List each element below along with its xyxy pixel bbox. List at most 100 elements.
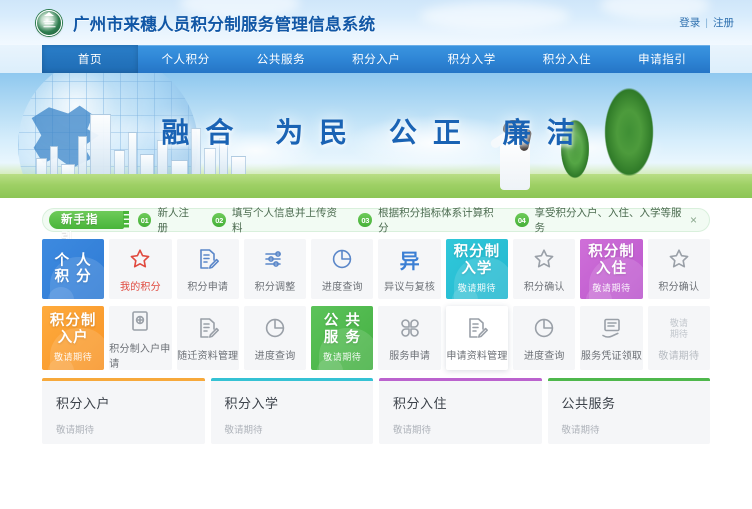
guide-step-02: 02 填写个人信息并上传资料 bbox=[212, 205, 344, 235]
tile-enrollment-tile-icon[interactable]: 积分制 入学 敬请期待 bbox=[445, 239, 509, 299]
tile-star-icon[interactable]: 我的积分 bbox=[109, 239, 172, 299]
tile-label: 敬请期待 bbox=[658, 351, 700, 362]
tile-public-service-tile-icon[interactable]: 公 共服 务敬请期待 bbox=[311, 306, 374, 370]
guide-badge: 新手指引 bbox=[49, 211, 129, 244]
document-edit-icon bbox=[465, 314, 489, 340]
nav-item-label: 积分入学 bbox=[447, 54, 496, 66]
guide-step-text: 享受积分入户、入住、入学等服务 bbox=[534, 207, 682, 234]
tile-label: 申请资料管理 bbox=[446, 351, 508, 362]
nav-item-4[interactable]: 积分入户 bbox=[329, 45, 424, 73]
nav-item-label: 积分入住 bbox=[542, 54, 592, 66]
guide-step-number: 02 bbox=[212, 213, 226, 227]
tile-label: 服务申请 bbox=[389, 351, 431, 362]
banner-slogan: 融合 为民 公正 廉洁 bbox=[161, 116, 591, 149]
summary-card[interactable]: 积分入户 敬请期待 bbox=[42, 378, 205, 444]
nav-item-5[interactable]: 积分入学 bbox=[424, 45, 519, 73]
tile-coming-soon-icon[interactable]: 敬请 期待 敬请期待 bbox=[647, 306, 710, 370]
tile-label: 积分调整 bbox=[254, 282, 296, 293]
pie-progress-icon bbox=[330, 245, 354, 271]
tile-certificate-icon[interactable]: 积分制入户申请 bbox=[109, 306, 172, 370]
tile-title-line: 积分制 bbox=[49, 313, 97, 330]
yi-character-glyph: 异 bbox=[399, 249, 420, 273]
tile-pie-progress-icon[interactable]: 进度查询 bbox=[311, 239, 374, 299]
document-edit-icon bbox=[196, 245, 220, 271]
tile-household-tile-icon[interactable]: 积分制 入户 敬请期待 bbox=[42, 306, 105, 370]
tile-label: 服务凭证领取 bbox=[580, 351, 643, 362]
nav-item-label: 积分入户 bbox=[352, 54, 401, 66]
tile-row-1: 个 人积 分我的积分 积分申请 积分调整 进度查询 异异议与复核 积分制 入学 敬请期待 积分确… bbox=[42, 239, 710, 299]
main-content: 新手指引 01 新人注册 02 填写个人信息并上传资料 03 根据积分指标体系计算积分 04… bbox=[0, 205, 752, 444]
main-nav-bar: 首页 个人积分 公共服务 积分入户 积分入学 积分入住 申请指引 bbox=[0, 45, 752, 73]
guide-step-03: 03 根据积分指标体系计算积分 bbox=[358, 205, 500, 235]
summary-card-subtitle: 敬请期待 bbox=[561, 425, 600, 436]
sliders-icon bbox=[263, 245, 287, 271]
nav-item-7[interactable]: 申请指引 bbox=[615, 45, 710, 73]
certificate-icon bbox=[128, 307, 152, 333]
pie-progress-icon bbox=[263, 314, 287, 340]
guide-step-text: 根据积分指标体系计算积分 bbox=[378, 207, 494, 234]
tile-label: 随迁资料管理 bbox=[177, 351, 239, 362]
tile-label: 积分确认 bbox=[658, 282, 700, 293]
nav-item-label: 申请指引 bbox=[638, 54, 687, 66]
tile-housing-tile-icon[interactable]: 积分制 入住 敬请期待 bbox=[580, 239, 643, 299]
tile-person-silhouette-icon[interactable]: 个 人积 分 bbox=[42, 239, 105, 299]
tile-label: 进度查询 bbox=[321, 282, 363, 293]
tile-label: 异议与复核 bbox=[384, 282, 436, 293]
nav-item-2[interactable]: 个人积分 bbox=[138, 45, 233, 73]
tile-document-edit-icon[interactable]: 申请资料管理 bbox=[445, 306, 509, 370]
guide-step-01: 01 新人注册 bbox=[137, 205, 198, 235]
login-link[interactable]: 登录 bbox=[679, 15, 700, 30]
tile-star-check-icon[interactable]: 积分确认 bbox=[513, 239, 576, 299]
summary-card-subtitle: 敬请期待 bbox=[56, 425, 95, 436]
tile-grid-apps-icon[interactable]: 服务申请 bbox=[378, 306, 441, 370]
tile-pie-progress-icon[interactable]: 进度查询 bbox=[513, 306, 576, 370]
nav-item-6[interactable]: 积分入住 bbox=[519, 45, 614, 73]
summary-card-subtitle: 敬请期待 bbox=[224, 425, 263, 436]
summary-card-row: 积分入户 敬请期待 积分入学 敬请期待 积分入住 敬请期待 公共服务 敬请期待 bbox=[42, 378, 710, 444]
nav-item-label: 首页 bbox=[77, 54, 103, 66]
tile-star-check-icon[interactable]: 积分确认 bbox=[647, 239, 710, 299]
link-separator: | bbox=[705, 16, 708, 29]
main-nav: 首页 个人积分 公共服务 积分入户 积分入学 积分入住 申请指引 bbox=[42, 45, 710, 73]
summary-card[interactable]: 积分入住 敬请期待 bbox=[379, 378, 542, 444]
tile-voucher-hand-icon[interactable]: 服务凭证领取 bbox=[580, 306, 643, 370]
tile-label: 积分制入户申请 bbox=[109, 343, 171, 370]
register-link[interactable]: 注册 bbox=[713, 15, 734, 30]
site-header: 广州市来穗人员积分制服务管理信息系统 登录 | 注册 bbox=[0, 0, 752, 45]
guide-step-text: 填写个人信息并上传资料 bbox=[231, 207, 337, 234]
summary-card-title: 公共服务 bbox=[561, 396, 616, 411]
guangzhou-emblem-logo bbox=[36, 9, 62, 36]
tile-pie-progress-icon[interactable]: 进度查询 bbox=[243, 306, 307, 370]
tile-yi-character-icon[interactable]: 异异议与复核 bbox=[378, 239, 441, 299]
tile-sliders-icon[interactable]: 积分调整 bbox=[243, 239, 307, 299]
nav-item-label: 公共服务 bbox=[256, 54, 306, 66]
star-check-icon bbox=[667, 245, 691, 271]
document-edit-icon bbox=[196, 314, 220, 340]
account-links: 登录 | 注册 bbox=[679, 15, 734, 30]
summary-card-title: 积分入住 bbox=[393, 396, 448, 411]
coming-soon-icon: 敬请 期待 bbox=[670, 314, 688, 340]
tile-label: 积分申请 bbox=[187, 282, 229, 293]
page-root: 广州市来穗人员积分制服务管理信息系统 登录 | 注册 首页 个人积分 公共服务 积分入… bbox=[0, 0, 752, 509]
guide-step-number: 03 bbox=[358, 213, 373, 227]
grid-apps-icon bbox=[398, 314, 422, 340]
nav-item-3[interactable]: 公共服务 bbox=[233, 45, 328, 73]
tile-row-2: 积分制 入户 敬请期待 积分制入户申请 随迁资料管理 进度查询 公 共服 务敬请期待服务申请… bbox=[42, 306, 710, 370]
tile-label: 进度查询 bbox=[523, 351, 565, 362]
voucher-hand-icon bbox=[600, 314, 624, 340]
nav-item-1[interactable]: 首页 bbox=[42, 45, 138, 73]
tile-title-line: 公 共 bbox=[323, 313, 361, 330]
summary-card[interactable]: 公共服务 敬请期待 bbox=[547, 378, 710, 444]
coming-soon-glyph: 敬请 期待 bbox=[669, 317, 688, 339]
tile-label: 进度查询 bbox=[254, 351, 296, 362]
close-icon[interactable]: × bbox=[688, 214, 699, 226]
guide-step-number: 04 bbox=[514, 213, 529, 227]
summary-card-title: 积分入户 bbox=[56, 396, 111, 411]
beginner-guide-strip: 新手指引 01 新人注册 02 填写个人信息并上传资料 03 根据积分指标体系计算积分 04… bbox=[42, 205, 710, 244]
guide-step-04: 04 享受积分入户、入住、入学等服务 bbox=[514, 205, 688, 235]
tile-document-edit-icon[interactable]: 积分申请 bbox=[176, 239, 239, 299]
tile-document-edit-icon[interactable]: 随迁资料管理 bbox=[176, 306, 239, 370]
yi-character-icon: 异 bbox=[400, 245, 420, 271]
summary-card[interactable]: 积分入学 敬请期待 bbox=[210, 378, 373, 444]
summary-card-title: 积分入学 bbox=[224, 396, 279, 411]
